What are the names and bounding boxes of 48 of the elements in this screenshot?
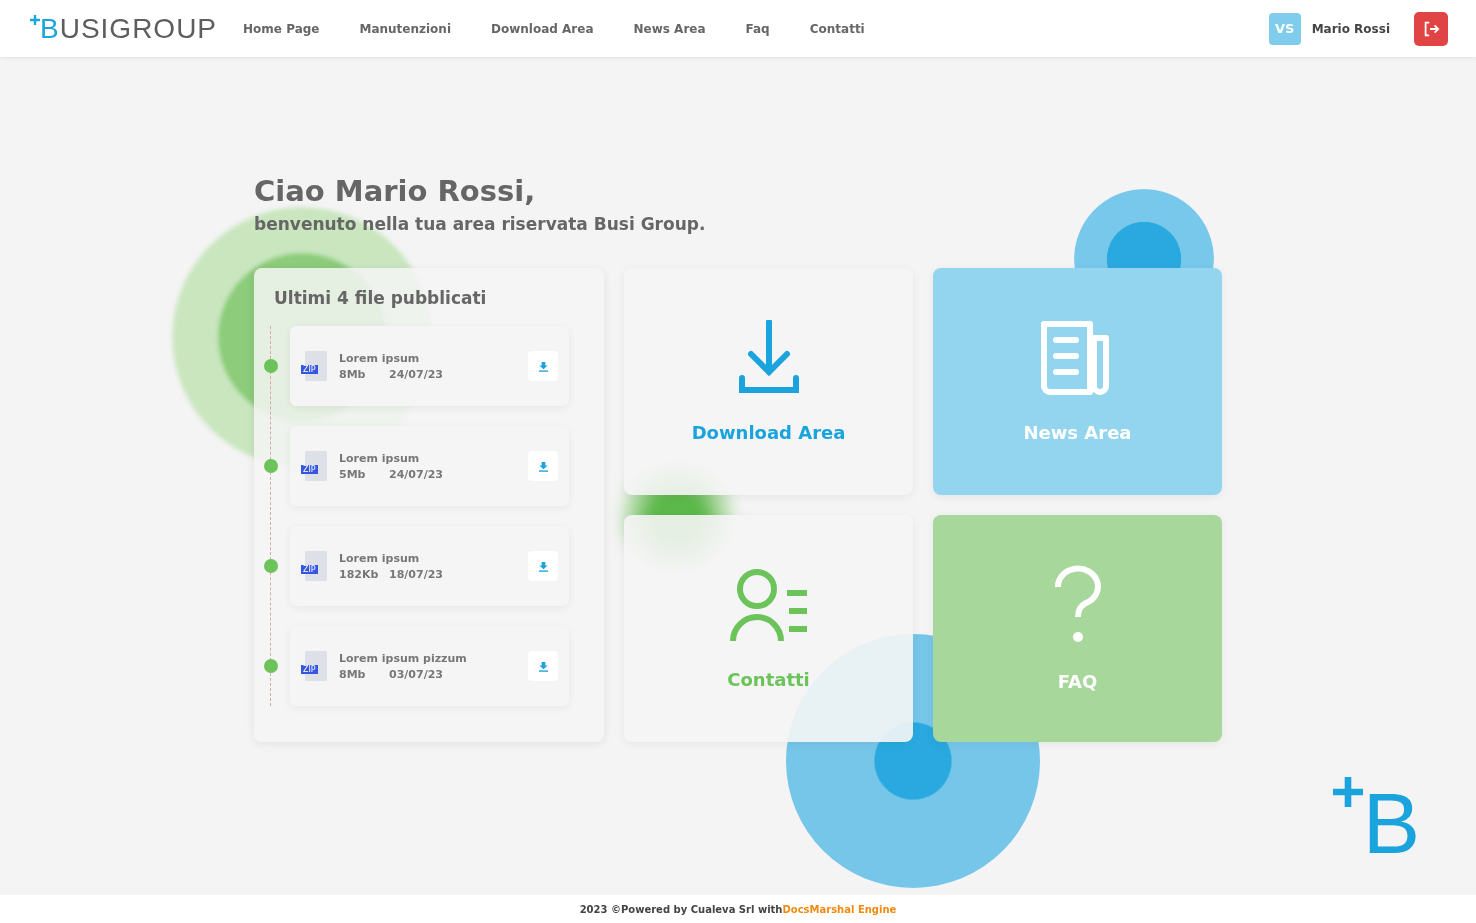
download-icon bbox=[537, 660, 549, 672]
plus-icon bbox=[30, 14, 40, 25]
brand-logo: B bbox=[1332, 775, 1420, 861]
file-date: 24/07/23 bbox=[389, 367, 443, 381]
file-name: Lorem ipsum pizzum bbox=[339, 651, 468, 665]
timeline-dot bbox=[264, 359, 278, 373]
file-date: 03/07/23 bbox=[389, 667, 443, 681]
card-title: Ultimi 4 file pubblicati bbox=[274, 288, 488, 308]
file-name: Lorem ipsum bbox=[339, 551, 421, 565]
nav-link[interactable]: Download Area bbox=[491, 21, 594, 36]
user-name: Mario Rossi bbox=[1311, 21, 1390, 36]
timeline-dot bbox=[264, 559, 278, 573]
file-size: 5Mb bbox=[339, 467, 367, 481]
timeline-dot bbox=[264, 459, 278, 473]
nav-link[interactable]: Home Page bbox=[243, 21, 320, 36]
nav-link[interactable]: News Area bbox=[633, 21, 706, 36]
avatar: VS bbox=[1268, 12, 1301, 45]
file-date: 18/07/23 bbox=[389, 567, 443, 581]
question-mark-icon bbox=[1052, 565, 1103, 645]
file-item[interactable]: ZIP Lorem ipsum pizzum 8Mb 03/07/23 bbox=[290, 626, 569, 706]
file-date: 24/07/23 bbox=[389, 467, 443, 481]
file-item[interactable]: ZIP Lorem ipsum 5Mb 24/07/23 bbox=[290, 426, 569, 506]
logo[interactable]: BUSIGROUP bbox=[30, 12, 218, 45]
download-button[interactable] bbox=[528, 351, 558, 381]
plus-icon bbox=[1332, 777, 1363, 807]
file-item[interactable]: ZIP Lorem ipsum 8Mb 24/07/23 bbox=[290, 326, 569, 406]
footer-text: 2023 ©Powered by Cualeva Srl withDocsMarshal Engine bbox=[579, 903, 897, 915]
download-button[interactable] bbox=[528, 651, 558, 681]
download-icon bbox=[537, 360, 549, 372]
greeting-title: Ciao Mario Rossi, bbox=[254, 174, 537, 208]
file-name: Lorem ipsum bbox=[339, 351, 421, 365]
nav-link[interactable]: Faq bbox=[745, 21, 770, 36]
logout-button[interactable] bbox=[1414, 11, 1448, 46]
file-item[interactable]: ZIP Lorem ipsum 182Kb 18/07/23 bbox=[290, 526, 569, 606]
logout-icon bbox=[1422, 19, 1440, 38]
file-size: 8Mb bbox=[339, 367, 367, 381]
download-icon bbox=[738, 320, 799, 396]
greeting-subtitle: benvenuto nella tua area riservata Busi Group. bbox=[254, 214, 707, 234]
download-icon bbox=[537, 460, 549, 472]
nav-link[interactable]: Manutenzioni bbox=[359, 21, 451, 36]
download-button[interactable] bbox=[528, 551, 558, 581]
download-icon bbox=[537, 560, 549, 572]
contact-list-icon bbox=[728, 567, 809, 643]
nav-link[interactable]: Contatti bbox=[809, 21, 865, 36]
file-name: Lorem ipsum bbox=[339, 451, 421, 465]
timeline-dot bbox=[264, 659, 278, 673]
file-size: 8Mb bbox=[339, 667, 367, 681]
download-button[interactable] bbox=[528, 451, 558, 481]
